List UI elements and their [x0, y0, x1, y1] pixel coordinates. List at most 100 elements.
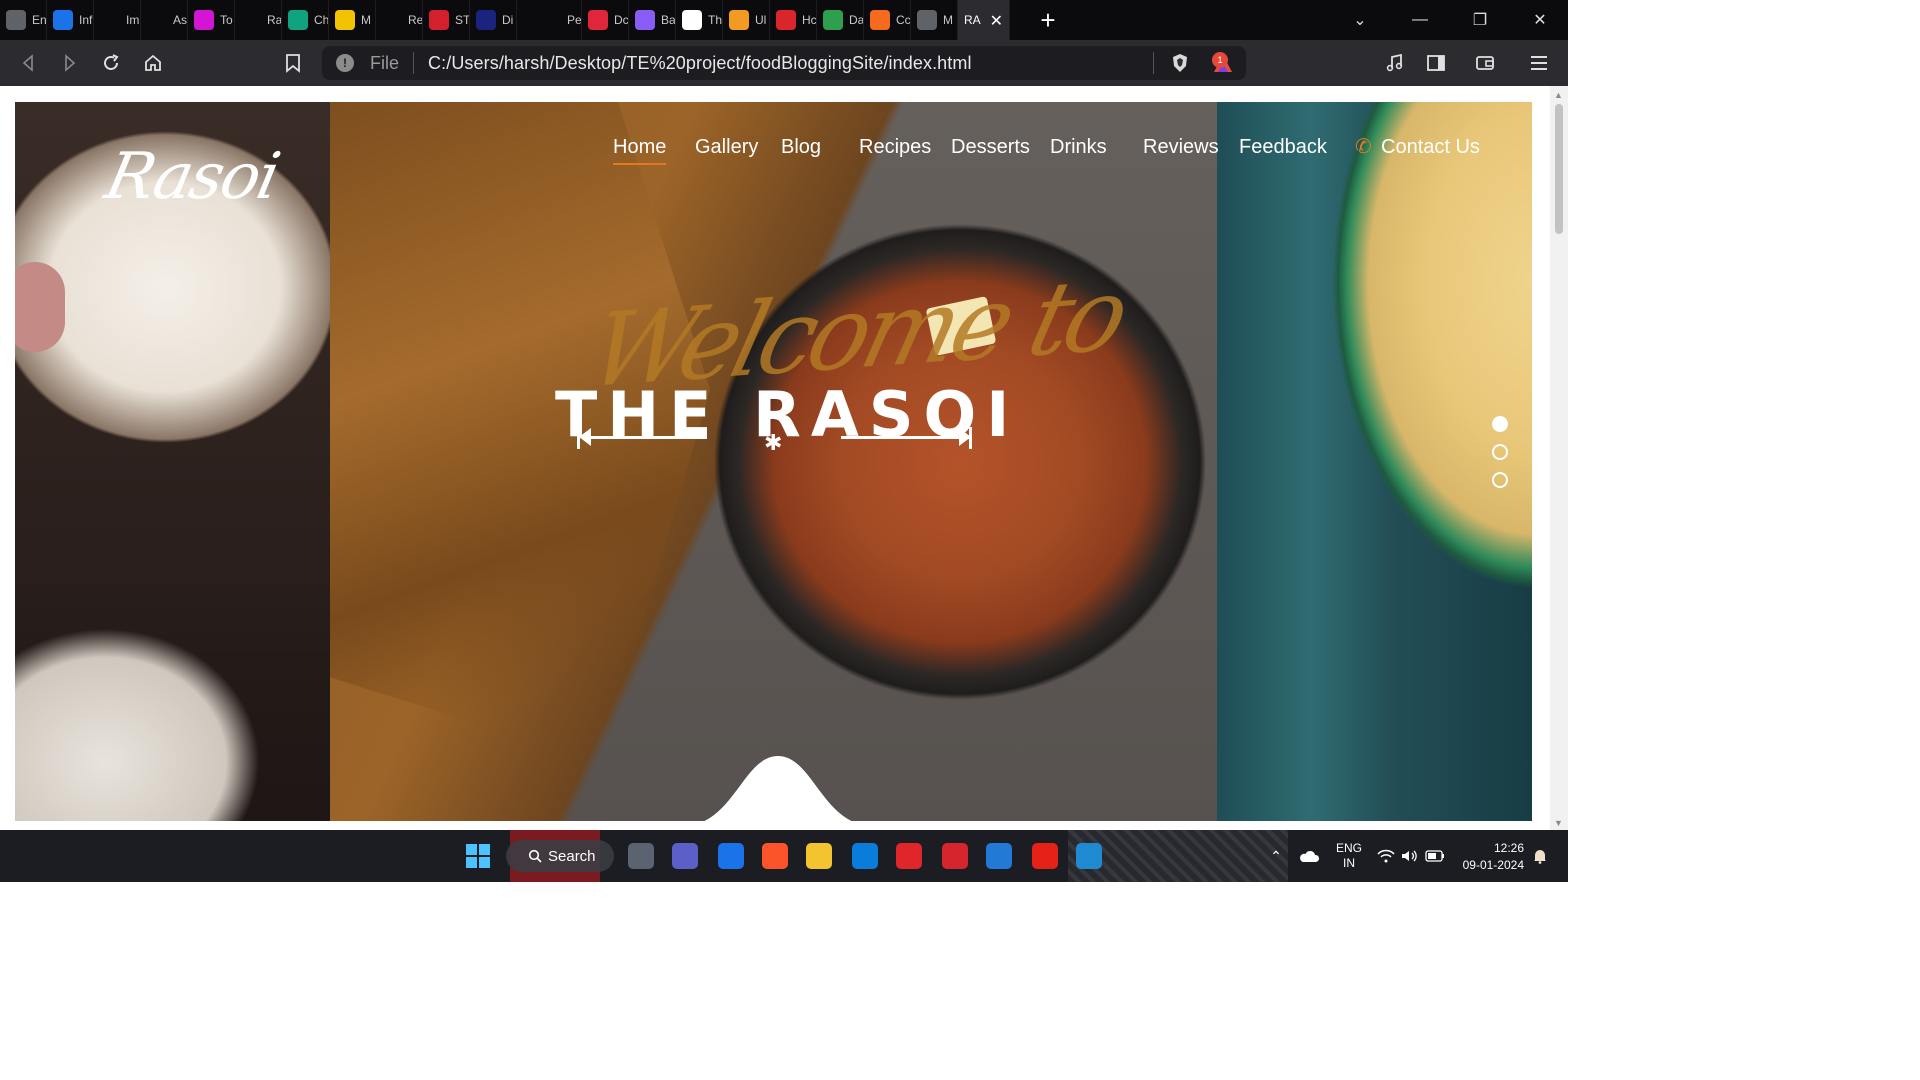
nav-item-reviews[interactable]: Reviews [1143, 136, 1219, 159]
browser-tab[interactable]: Th [676, 0, 723, 40]
tab-title: M [361, 13, 371, 27]
nav-item-home[interactable]: Home [613, 136, 667, 165]
new-tab-button[interactable]: + [1028, 0, 1068, 40]
search-icon [528, 849, 542, 863]
notepad-icon[interactable] [986, 843, 1012, 869]
close-tab-icon[interactable]: ✕ [990, 11, 1003, 31]
nav-item-blog[interactable]: Blog [781, 136, 821, 159]
browser-tab[interactable]: Di [470, 0, 517, 40]
page-scrollbar[interactable]: ▲ ▼ [1550, 86, 1568, 830]
brave-shields-icon[interactable] [1170, 53, 1190, 73]
browser-tab[interactable]: Dc [582, 0, 629, 40]
tab-title: Cc [896, 13, 911, 27]
teams-icon[interactable] [672, 843, 698, 869]
browser-tab[interactable]: Ul [723, 0, 770, 40]
scroll-down-bump[interactable] [683, 756, 873, 821]
brave-rewards-button[interactable]: 1 [1210, 52, 1236, 74]
mascot-icon [823, 10, 843, 30]
browser-tab[interactable]: To [188, 0, 235, 40]
bookmark-icon [286, 54, 300, 73]
bh-icon [476, 10, 496, 30]
nav-item-recipes[interactable]: Recipes [859, 136, 931, 159]
url-text[interactable]: C:/Users/harsh/Desktop/TE%20project/food… [428, 53, 972, 74]
tab-list: En Inf Im As To Ra Ch M Re ST Di Pe Dc Ba Th Ul Hc Da Cc M R… [0, 0, 1010, 40]
browser-tab[interactable]: RA ✕ [958, 0, 1010, 40]
browser-tab[interactable]: Ba [629, 0, 676, 40]
browser-tab[interactable]: Im [94, 0, 141, 40]
media-button[interactable] [1380, 48, 1410, 78]
browser-tab[interactable]: En [0, 0, 47, 40]
bookmark-button[interactable] [278, 48, 308, 78]
office-icon[interactable] [942, 843, 968, 869]
hero-title: THE RASOI [555, 378, 1020, 451]
nav-item-drinks[interactable]: Drinks [1050, 136, 1107, 159]
file-explorer-icon[interactable] [806, 843, 832, 869]
battery-icon[interactable] [1424, 830, 1446, 882]
site-logo[interactable]: Rasoi [99, 140, 284, 214]
windows-taskbar: Search ⌃ ENG IN 12:26 09-01-2024 [0, 830, 1568, 882]
vscode-icon[interactable] [1076, 843, 1102, 869]
language-indicator[interactable]: ENG IN [1334, 830, 1364, 882]
tab-search-button[interactable]: ⌄ [1330, 0, 1390, 40]
browser-tab[interactable]: Hc [770, 0, 817, 40]
task-view-icon[interactable] [628, 843, 654, 869]
left-divider-tick [577, 427, 580, 449]
wallet-button[interactable] [1470, 48, 1500, 78]
browser-tab[interactable]: Da [817, 0, 864, 40]
slider-dot[interactable] [1492, 416, 1508, 432]
notification-bell-icon[interactable] [1530, 830, 1550, 882]
brave-icon[interactable] [762, 843, 788, 869]
tab-title: Hc [802, 13, 817, 27]
address-bar[interactable]: ! File C:/Users/harsh/Desktop/TE%20proje… [322, 46, 1246, 80]
browser-tab[interactable]: M [329, 0, 376, 40]
onedrive-icon[interactable] [1296, 830, 1322, 882]
blank-icon [541, 10, 561, 30]
start-button[interactable] [466, 844, 490, 868]
reload-button[interactable] [96, 48, 126, 78]
browser-tab[interactable]: Cc [864, 0, 911, 40]
scroll-down-arrow-icon[interactable]: ▼ [1554, 818, 1563, 828]
browser-tab[interactable]: As [141, 0, 188, 40]
right-divider-tick [969, 427, 972, 449]
restore-button[interactable]: ❐ [1450, 0, 1510, 40]
site-info-icon[interactable]: ! [336, 54, 354, 72]
wifi-icon[interactable] [1376, 830, 1396, 882]
ring-icon [194, 10, 214, 30]
forward-button[interactable] [54, 48, 84, 78]
sparkle-icon [635, 10, 655, 30]
hamburger-icon [1531, 56, 1547, 70]
minimize-button[interactable]: — [1390, 0, 1450, 40]
browser-tab[interactable]: ST [423, 0, 470, 40]
nav-item-feedback[interactable]: Feedback [1239, 136, 1327, 159]
scroll-thumb[interactable] [1555, 104, 1563, 234]
menu-button[interactable] [1524, 48, 1554, 78]
nav-item-contact-us[interactable]: Contact Us [1381, 136, 1480, 159]
browser-tab[interactable]: Ch [282, 0, 329, 40]
taskbar-search[interactable]: Search [506, 840, 614, 872]
close-window-button[interactable]: ✕ [1510, 0, 1570, 40]
browser-tab[interactable]: Inf [47, 0, 94, 40]
mail-icon[interactable] [718, 843, 744, 869]
z-icon [776, 10, 796, 30]
lock-icon [429, 10, 449, 30]
youtube-music-icon[interactable] [896, 843, 922, 869]
browser-tab[interactable]: M [911, 0, 958, 40]
youtube-icon[interactable] [1032, 843, 1058, 869]
slider-dot[interactable] [1492, 472, 1508, 488]
scroll-up-arrow-icon[interactable]: ▲ [1554, 90, 1563, 100]
search-icon [100, 10, 120, 30]
volume-icon[interactable] [1400, 830, 1420, 882]
browser-tab[interactable]: Re [376, 0, 423, 40]
slider-dot[interactable] [1492, 444, 1508, 460]
home-button[interactable] [138, 48, 168, 78]
store-icon[interactable] [852, 843, 878, 869]
taskbar-clock[interactable]: 12:26 09-01-2024 [1452, 840, 1524, 874]
back-button[interactable] [14, 48, 44, 78]
browser-tab[interactable]: Ra [235, 0, 282, 40]
chatgpt-icon [288, 10, 308, 30]
sidebar-toggle-button[interactable] [1421, 48, 1451, 78]
nav-item-desserts[interactable]: Desserts [951, 136, 1030, 159]
tray-overflow-icon[interactable]: ⌃ [1266, 830, 1286, 882]
nav-item-gallery[interactable]: Gallery [695, 136, 758, 159]
browser-tab[interactable]: Pe [535, 0, 582, 40]
